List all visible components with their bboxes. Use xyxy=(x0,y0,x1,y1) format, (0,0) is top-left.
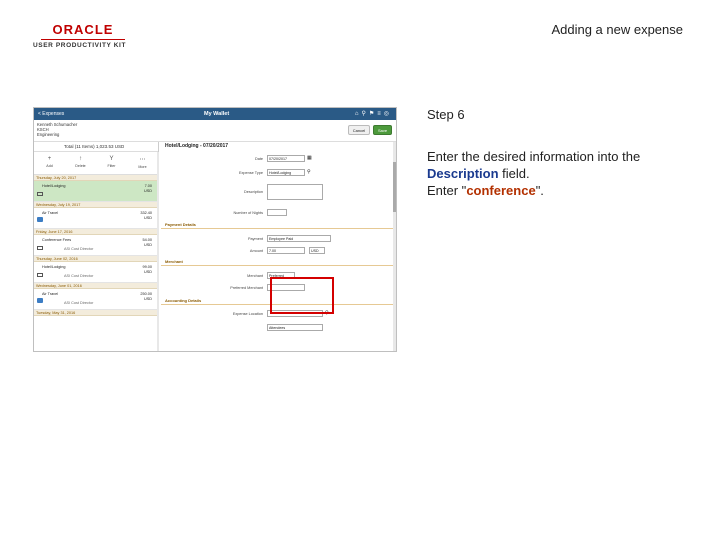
description-field[interactable] xyxy=(267,184,323,200)
logo-text: ORACLE xyxy=(52,22,114,37)
plane-icon xyxy=(37,217,43,222)
app-top-bar: < Expenses My Wallet ⌂⚲⚑≡◎ xyxy=(34,108,396,120)
currency-select[interactable]: USD xyxy=(309,247,325,254)
add-button[interactable]: + Add xyxy=(34,152,65,174)
bed-icon xyxy=(37,273,43,277)
payment-select[interactable]: Employee Paid xyxy=(267,235,331,242)
logo-subtitle: USER PRODUCTIVITY KIT xyxy=(33,42,127,49)
cancel-button[interactable]: Cancel xyxy=(348,125,370,135)
logo-divider xyxy=(41,39,125,40)
date-header[interactable]: Tuesday, May 31, 2016 xyxy=(34,310,158,316)
expense-detail-pane: Hotel/Lodging - 07/20/2017 Date 07/20/20… xyxy=(161,142,396,351)
date-field[interactable]: 07/20/2017 xyxy=(267,155,305,162)
instr-field-name: Description xyxy=(427,166,499,181)
flag-icon[interactable]: ⚑ xyxy=(369,111,377,117)
step-number: Step 6 xyxy=(427,107,465,122)
delete-icon: ↑ xyxy=(79,156,82,162)
more-button[interactable]: ⋯ More xyxy=(127,152,158,174)
detail-title: Hotel/Lodging - 07/20/2017 xyxy=(165,143,229,149)
accounting-section: Accounting Details xyxy=(165,298,202,303)
payment-section: Payment Details xyxy=(165,222,196,227)
more-icon: ⋯ xyxy=(139,157,146,163)
header-icons: ⌂⚲⚑≡◎ xyxy=(355,110,392,117)
instr-value: conference xyxy=(466,183,536,198)
calendar-icon[interactable]: ▦ xyxy=(307,155,312,161)
bed-icon xyxy=(37,192,43,196)
user-role: Engineering xyxy=(37,132,60,137)
delete-button[interactable]: ↑ Delete xyxy=(65,152,96,174)
app-title: My Wallet xyxy=(204,111,230,117)
search-icon[interactable]: ⚲ xyxy=(307,169,311,175)
attendees-field[interactable]: Attendees xyxy=(267,324,323,331)
save-button[interactable]: Save xyxy=(373,125,392,135)
search-icon[interactable]: ⚲ xyxy=(361,111,368,117)
amount-row: Amount 7.00 USD xyxy=(161,247,391,255)
user-row: Kenneth Schumacher KSCH Engineering Canc… xyxy=(34,120,396,142)
payment-row: Payment Employee Paid xyxy=(161,235,391,243)
back-link[interactable]: < Expenses xyxy=(38,111,64,117)
receipt-icon xyxy=(37,246,43,250)
list-item[interactable]: Hotel/Lodging 7.00 USD xyxy=(34,181,158,202)
plane-icon xyxy=(37,298,43,303)
list-toolbar: + Add ↑ Delete Y Filter ⋯ More xyxy=(34,151,158,175)
add-icon: + xyxy=(47,156,52,162)
list-item[interactable]: Air Travel ASI Cost Director 250.00 USD xyxy=(34,289,158,310)
compass-icon[interactable]: ◎ xyxy=(384,111,392,117)
nights-field[interactable] xyxy=(267,209,287,216)
instr-text-1: Enter the desired information into the xyxy=(427,149,641,164)
description-highlight xyxy=(270,277,334,314)
attendees-row: Attendees xyxy=(161,324,391,332)
step-instructions: Enter the desired information into the D… xyxy=(427,148,667,199)
list-item[interactable]: Air Travel 332.40 USD xyxy=(34,208,158,229)
app-screenshot: < Expenses My Wallet ⌂⚲⚑≡◎ Kenneth Schum… xyxy=(33,107,397,352)
list-item[interactable]: Conference Fees ASI Cost Director 54.00 U… xyxy=(34,235,158,256)
expense-type-row: Expense Type Hotel/Lodging ⚲ xyxy=(239,169,311,176)
date-row: Date 07/20/2017 ▦ xyxy=(254,155,312,162)
filter-icon: Y xyxy=(109,156,114,162)
section-divider xyxy=(161,228,396,229)
detail-scrollbar[interactable] xyxy=(393,142,396,351)
expense-type-field[interactable]: Hotel/Lodging xyxy=(267,169,305,176)
merchant-section: Merchant xyxy=(165,259,183,264)
section-divider xyxy=(161,265,396,266)
total-summary: Total (11 Items) 1,023.53 USD xyxy=(64,144,125,149)
list-scrollbar[interactable] xyxy=(157,152,159,351)
filter-button[interactable]: Y Filter xyxy=(96,152,127,174)
slide-title: Adding a new expense xyxy=(551,22,683,37)
user-info: Kenneth Schumacher KSCH Engineering xyxy=(37,122,77,137)
expense-list-pane: Total (11 Items) 1,023.53 USD + Add ↑ Dele… xyxy=(34,142,159,351)
description-row: Description xyxy=(161,184,391,200)
nights-row: Number of Nights xyxy=(161,209,391,217)
scroll-thumb[interactable] xyxy=(393,162,396,212)
amount-field[interactable]: 7.00 xyxy=(267,247,305,254)
instr-text-2: field. xyxy=(502,166,530,181)
list-item[interactable]: Hotel/Lodging ASI Cost Director 99.00 USD xyxy=(34,262,158,283)
instr-end: ". xyxy=(535,183,544,198)
instr-enter: Enter " xyxy=(427,183,467,198)
oracle-logo: ORACLE USER PRODUCTIVITY KIT xyxy=(33,22,133,49)
